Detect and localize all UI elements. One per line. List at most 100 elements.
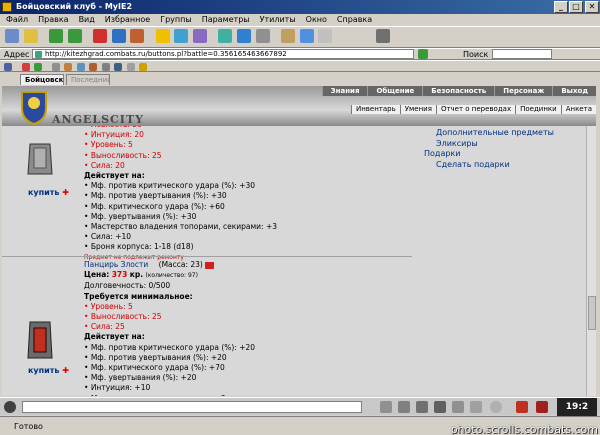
site-subnav-item[interactable]: Поединки bbox=[515, 105, 561, 114]
menu-item[interactable]: Утилиты bbox=[260, 14, 296, 26]
sound-icon[interactable] bbox=[126, 63, 135, 71]
address-bar: Адрес http://kitezhgrad.combats.ru/butto… bbox=[0, 48, 600, 60]
mail-icon[interactable] bbox=[281, 29, 296, 43]
tab-combats[interactable]: Бойцовск... bbox=[20, 74, 64, 85]
groups-icon[interactable] bbox=[174, 29, 189, 43]
site-nav-item[interactable]: Безопасность bbox=[422, 86, 494, 96]
people-icon[interactable] bbox=[434, 401, 446, 413]
history-icon[interactable] bbox=[192, 29, 207, 43]
scroll-thumb[interactable] bbox=[588, 296, 596, 330]
tab-last[interactable]: Последний д... bbox=[66, 74, 110, 85]
menu-item[interactable]: Группы bbox=[160, 14, 191, 26]
menu-item[interactable]: Окно bbox=[306, 14, 327, 26]
image-icon[interactable] bbox=[51, 63, 60, 71]
activex-icon[interactable] bbox=[101, 63, 110, 71]
battle-icon[interactable] bbox=[416, 401, 428, 413]
clear-icon[interactable] bbox=[380, 401, 392, 413]
flash-icon[interactable] bbox=[64, 63, 73, 71]
site-nav: Знания Общение Безопасность Персонаж Выход bbox=[321, 86, 596, 96]
java-icon[interactable] bbox=[89, 63, 98, 71]
edit-icon[interactable] bbox=[470, 401, 482, 413]
save-icon[interactable] bbox=[4, 63, 12, 71]
effect-line: Мф. увертывания (%): +30 bbox=[84, 212, 277, 222]
folder-icon[interactable] bbox=[23, 29, 38, 43]
menu-item[interactable]: Справка bbox=[337, 14, 372, 26]
app-icon bbox=[2, 2, 12, 12]
link-make-gift[interactable]: Сделать подарки bbox=[416, 160, 596, 171]
requirement-line: Интуиция: 20 bbox=[84, 130, 277, 140]
tools-icon[interactable] bbox=[218, 29, 233, 43]
site-logo-text: ANGELSCITY bbox=[52, 113, 144, 126]
script-icon[interactable] bbox=[76, 63, 85, 71]
smile-icon[interactable] bbox=[490, 401, 502, 413]
window-icon[interactable] bbox=[299, 29, 314, 43]
favorites-icon[interactable] bbox=[155, 29, 170, 43]
options-icon[interactable] bbox=[375, 29, 390, 43]
home-icon[interactable] bbox=[130, 29, 145, 43]
proxy-icon[interactable] bbox=[139, 63, 148, 71]
site-nav-item[interactable]: Знания bbox=[321, 86, 368, 96]
requirement-line: Сила: 20 bbox=[84, 161, 277, 171]
status-bar: Готово photo.scrolls.combats.com bbox=[0, 416, 600, 435]
divider bbox=[2, 256, 412, 257]
site-subnav-item[interactable]: Отчет о переводах bbox=[435, 105, 515, 114]
trade-icon[interactable] bbox=[516, 401, 528, 413]
url-input[interactable]: http://kitezhgrad.combats.ru/buttons.pl?… bbox=[32, 49, 414, 59]
internet-icon[interactable] bbox=[237, 29, 252, 43]
menu-item[interactable]: Вид bbox=[79, 14, 95, 26]
back-icon[interactable] bbox=[49, 29, 64, 43]
site-nav-item[interactable]: Общение bbox=[367, 86, 422, 96]
go-icon[interactable] bbox=[418, 49, 428, 59]
minimize-button[interactable]: _ bbox=[554, 1, 568, 13]
menu-item[interactable]: Избранное bbox=[105, 14, 150, 26]
menu-item[interactable]: Параметры bbox=[202, 14, 250, 26]
tab-strip: Бойцовск... Последний д... bbox=[0, 72, 600, 85]
item-mass: (Масса: 23) bbox=[158, 260, 203, 269]
effect-line: Мф. против критического удара (%): +30 bbox=[84, 181, 277, 191]
page-scrollbar[interactable] bbox=[586, 126, 596, 396]
layout-icon[interactable] bbox=[318, 29, 333, 43]
site-subnav-item[interactable]: Инвентарь bbox=[350, 105, 400, 114]
zoom-icon[interactable] bbox=[21, 63, 30, 71]
acts-header: Действует на: bbox=[84, 171, 145, 181]
item-stats-2: Панцирь Злости (Масса: 23) Цена: 373 кр.… bbox=[84, 260, 255, 396]
forward-icon[interactable] bbox=[67, 29, 82, 43]
link-gifts[interactable]: Подарки bbox=[416, 149, 596, 160]
gift-icon[interactable] bbox=[205, 261, 215, 269]
exit-icon[interactable] bbox=[536, 401, 548, 413]
print-icon[interactable] bbox=[255, 29, 270, 43]
price-unit: кр. bbox=[129, 270, 144, 280]
refresh-icon[interactable] bbox=[111, 29, 126, 43]
popup-icon[interactable] bbox=[34, 63, 43, 71]
menu-item[interactable]: Правка bbox=[38, 14, 68, 26]
link-extra-items[interactable]: Дополнительные предметы bbox=[416, 128, 596, 139]
close-button[interactable]: ✕ bbox=[585, 1, 599, 13]
video-icon[interactable] bbox=[114, 63, 123, 71]
chat-input[interactable] bbox=[22, 401, 362, 413]
site-subnav-item[interactable]: Анкета bbox=[560, 105, 596, 114]
menu-bar: Файл Правка Вид Избранное Группы Параметры Ути… bbox=[0, 14, 600, 26]
site-subnav-item[interactable]: Умения bbox=[399, 105, 436, 114]
new-icon[interactable] bbox=[5, 29, 19, 43]
requirement-line: Выносливость: 25 bbox=[84, 312, 255, 322]
effect-line: Мф. критического удара (%): +70 bbox=[84, 363, 255, 373]
buy-button[interactable]: купить ✚ bbox=[28, 188, 69, 197]
requirement-line: Уровень: 5 bbox=[84, 302, 255, 312]
filter-icon[interactable] bbox=[398, 401, 410, 413]
stop-icon[interactable] bbox=[93, 29, 108, 43]
chat-icon[interactable] bbox=[4, 401, 16, 413]
site-nav-item[interactable]: Персонаж bbox=[494, 86, 552, 96]
price-value: 373 bbox=[111, 270, 128, 280]
sound-icon[interactable] bbox=[452, 401, 464, 413]
maximize-button[interactable]: □ bbox=[569, 1, 583, 13]
acts-header: Действует на: bbox=[84, 332, 145, 342]
item-name[interactable]: Панцирь Злости bbox=[84, 260, 148, 269]
link-elixirs[interactable]: Эликсиры bbox=[416, 139, 596, 150]
search-input[interactable] bbox=[492, 49, 553, 59]
site-nav-item[interactable]: Выход bbox=[552, 86, 596, 96]
menu-item[interactable]: Файл bbox=[6, 14, 28, 26]
item-quantity: (количество: 97) bbox=[145, 272, 198, 280]
buy-button-2[interactable]: купить ✚ bbox=[28, 366, 69, 375]
acts-list: Мф. против критического удара (%): +20Мф… bbox=[84, 343, 255, 396]
item-durability: Долговечность: 0/500 bbox=[84, 281, 171, 291]
